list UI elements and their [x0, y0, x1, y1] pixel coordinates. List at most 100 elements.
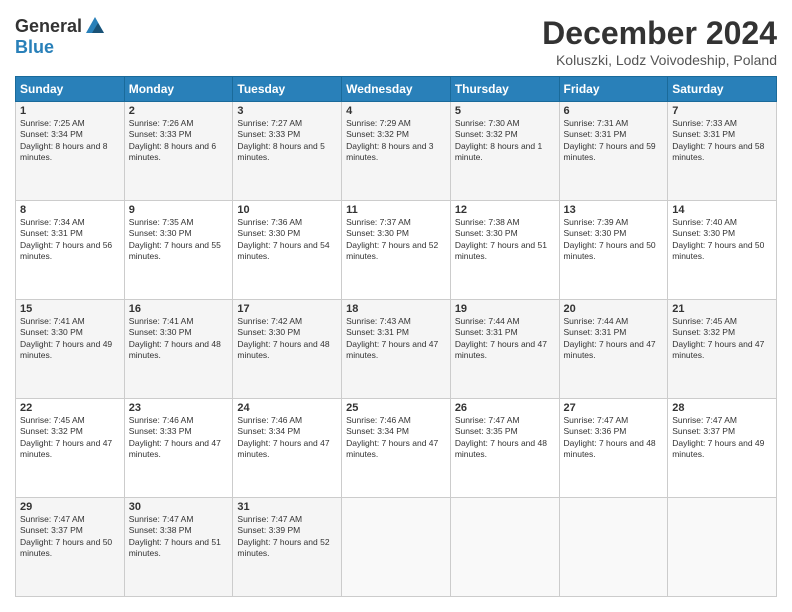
day-content: Sunrise: 7:47 AMSunset: 3:35 PMDaylight:…	[455, 415, 555, 461]
day-number: 9	[129, 204, 229, 216]
calendar-cell	[342, 498, 451, 597]
calendar-cell: 23Sunrise: 7:46 AMSunset: 3:33 PMDayligh…	[124, 399, 233, 498]
day-number: 25	[346, 402, 446, 414]
day-number: 10	[237, 204, 337, 216]
calendar-cell: 11Sunrise: 7:37 AMSunset: 3:30 PMDayligh…	[342, 201, 451, 300]
calendar-header: Sunday Monday Tuesday Wednesday Thursday…	[16, 77, 777, 102]
day-number: 24	[237, 402, 337, 414]
calendar-cell: 27Sunrise: 7:47 AMSunset: 3:36 PMDayligh…	[559, 399, 668, 498]
day-number: 7	[672, 105, 772, 117]
day-number: 30	[129, 501, 229, 513]
calendar-table: Sunday Monday Tuesday Wednesday Thursday…	[15, 76, 777, 597]
calendar-cell: 3Sunrise: 7:27 AMSunset: 3:33 PMDaylight…	[233, 102, 342, 201]
calendar-cell: 14Sunrise: 7:40 AMSunset: 3:30 PMDayligh…	[668, 201, 777, 300]
day-content: Sunrise: 7:31 AMSunset: 3:31 PMDaylight:…	[564, 118, 664, 164]
day-number: 28	[672, 402, 772, 414]
day-content: Sunrise: 7:43 AMSunset: 3:31 PMDaylight:…	[346, 316, 446, 362]
day-content: Sunrise: 7:47 AMSunset: 3:37 PMDaylight:…	[20, 514, 120, 560]
day-number: 23	[129, 402, 229, 414]
logo: General Blue	[15, 15, 106, 58]
day-number: 3	[237, 105, 337, 117]
subtitle: Koluszki, Lodz Voivodeship, Poland	[542, 52, 777, 68]
day-number: 8	[20, 204, 120, 216]
calendar-cell: 2Sunrise: 7:26 AMSunset: 3:33 PMDaylight…	[124, 102, 233, 201]
calendar-cell: 20Sunrise: 7:44 AMSunset: 3:31 PMDayligh…	[559, 300, 668, 399]
day-content: Sunrise: 7:44 AMSunset: 3:31 PMDaylight:…	[455, 316, 555, 362]
calendar-week-4: 22Sunrise: 7:45 AMSunset: 3:32 PMDayligh…	[16, 399, 777, 498]
calendar-cell: 15Sunrise: 7:41 AMSunset: 3:30 PMDayligh…	[16, 300, 125, 399]
day-number: 22	[20, 402, 120, 414]
day-number: 27	[564, 402, 664, 414]
calendar-body: 1Sunrise: 7:25 AMSunset: 3:34 PMDaylight…	[16, 102, 777, 597]
calendar-cell: 24Sunrise: 7:46 AMSunset: 3:34 PMDayligh…	[233, 399, 342, 498]
day-content: Sunrise: 7:36 AMSunset: 3:30 PMDaylight:…	[237, 217, 337, 263]
day-content: Sunrise: 7:29 AMSunset: 3:32 PMDaylight:…	[346, 118, 446, 164]
day-content: Sunrise: 7:25 AMSunset: 3:34 PMDaylight:…	[20, 118, 120, 164]
calendar-cell: 17Sunrise: 7:42 AMSunset: 3:30 PMDayligh…	[233, 300, 342, 399]
calendar-cell: 29Sunrise: 7:47 AMSunset: 3:37 PMDayligh…	[16, 498, 125, 597]
calendar-cell: 26Sunrise: 7:47 AMSunset: 3:35 PMDayligh…	[450, 399, 559, 498]
calendar-cell: 12Sunrise: 7:38 AMSunset: 3:30 PMDayligh…	[450, 201, 559, 300]
calendar-cell	[559, 498, 668, 597]
calendar-cell	[450, 498, 559, 597]
calendar-cell: 4Sunrise: 7:29 AMSunset: 3:32 PMDaylight…	[342, 102, 451, 201]
day-content: Sunrise: 7:42 AMSunset: 3:30 PMDaylight:…	[237, 316, 337, 362]
calendar-cell: 30Sunrise: 7:47 AMSunset: 3:38 PMDayligh…	[124, 498, 233, 597]
logo-blue: Blue	[15, 37, 54, 58]
calendar-cell: 1Sunrise: 7:25 AMSunset: 3:34 PMDaylight…	[16, 102, 125, 201]
day-content: Sunrise: 7:45 AMSunset: 3:32 PMDaylight:…	[672, 316, 772, 362]
day-content: Sunrise: 7:37 AMSunset: 3:30 PMDaylight:…	[346, 217, 446, 263]
day-number: 19	[455, 303, 555, 315]
calendar-cell: 16Sunrise: 7:41 AMSunset: 3:30 PMDayligh…	[124, 300, 233, 399]
day-content: Sunrise: 7:35 AMSunset: 3:30 PMDaylight:…	[129, 217, 229, 263]
day-number: 16	[129, 303, 229, 315]
calendar-week-2: 8Sunrise: 7:34 AMSunset: 3:31 PMDaylight…	[16, 201, 777, 300]
day-content: Sunrise: 7:46 AMSunset: 3:34 PMDaylight:…	[346, 415, 446, 461]
day-number: 21	[672, 303, 772, 315]
day-number: 29	[20, 501, 120, 513]
day-content: Sunrise: 7:46 AMSunset: 3:34 PMDaylight:…	[237, 415, 337, 461]
day-number: 20	[564, 303, 664, 315]
calendar-cell: 22Sunrise: 7:45 AMSunset: 3:32 PMDayligh…	[16, 399, 125, 498]
main-title: December 2024	[542, 15, 777, 52]
header-saturday: Saturday	[668, 77, 777, 102]
calendar-cell: 25Sunrise: 7:46 AMSunset: 3:34 PMDayligh…	[342, 399, 451, 498]
day-content: Sunrise: 7:30 AMSunset: 3:32 PMDaylight:…	[455, 118, 555, 164]
header-sunday: Sunday	[16, 77, 125, 102]
calendar-cell: 8Sunrise: 7:34 AMSunset: 3:31 PMDaylight…	[16, 201, 125, 300]
calendar-cell: 6Sunrise: 7:31 AMSunset: 3:31 PMDaylight…	[559, 102, 668, 201]
header-wednesday: Wednesday	[342, 77, 451, 102]
day-content: Sunrise: 7:47 AMSunset: 3:37 PMDaylight:…	[672, 415, 772, 461]
calendar-cell: 18Sunrise: 7:43 AMSunset: 3:31 PMDayligh…	[342, 300, 451, 399]
day-content: Sunrise: 7:41 AMSunset: 3:30 PMDaylight:…	[129, 316, 229, 362]
header: General Blue December 2024 Koluszki, Lod…	[15, 15, 777, 68]
calendar-cell: 31Sunrise: 7:47 AMSunset: 3:39 PMDayligh…	[233, 498, 342, 597]
calendar-cell: 5Sunrise: 7:30 AMSunset: 3:32 PMDaylight…	[450, 102, 559, 201]
calendar-cell: 13Sunrise: 7:39 AMSunset: 3:30 PMDayligh…	[559, 201, 668, 300]
day-number: 5	[455, 105, 555, 117]
day-content: Sunrise: 7:41 AMSunset: 3:30 PMDaylight:…	[20, 316, 120, 362]
calendar-week-1: 1Sunrise: 7:25 AMSunset: 3:34 PMDaylight…	[16, 102, 777, 201]
calendar-cell: 21Sunrise: 7:45 AMSunset: 3:32 PMDayligh…	[668, 300, 777, 399]
day-number: 4	[346, 105, 446, 117]
day-content: Sunrise: 7:34 AMSunset: 3:31 PMDaylight:…	[20, 217, 120, 263]
calendar-cell	[668, 498, 777, 597]
calendar-week-3: 15Sunrise: 7:41 AMSunset: 3:30 PMDayligh…	[16, 300, 777, 399]
header-friday: Friday	[559, 77, 668, 102]
day-number: 12	[455, 204, 555, 216]
day-content: Sunrise: 7:45 AMSunset: 3:32 PMDaylight:…	[20, 415, 120, 461]
day-content: Sunrise: 7:40 AMSunset: 3:30 PMDaylight:…	[672, 217, 772, 263]
page: General Blue December 2024 Koluszki, Lod…	[0, 0, 792, 612]
day-number: 1	[20, 105, 120, 117]
day-number: 18	[346, 303, 446, 315]
day-content: Sunrise: 7:26 AMSunset: 3:33 PMDaylight:…	[129, 118, 229, 164]
day-content: Sunrise: 7:44 AMSunset: 3:31 PMDaylight:…	[564, 316, 664, 362]
day-content: Sunrise: 7:46 AMSunset: 3:33 PMDaylight:…	[129, 415, 229, 461]
logo-general: General	[15, 16, 82, 37]
day-content: Sunrise: 7:47 AMSunset: 3:38 PMDaylight:…	[129, 514, 229, 560]
day-number: 11	[346, 204, 446, 216]
title-section: December 2024 Koluszki, Lodz Voivodeship…	[542, 15, 777, 68]
day-number: 6	[564, 105, 664, 117]
logo-icon	[84, 15, 106, 37]
header-row: Sunday Monday Tuesday Wednesday Thursday…	[16, 77, 777, 102]
